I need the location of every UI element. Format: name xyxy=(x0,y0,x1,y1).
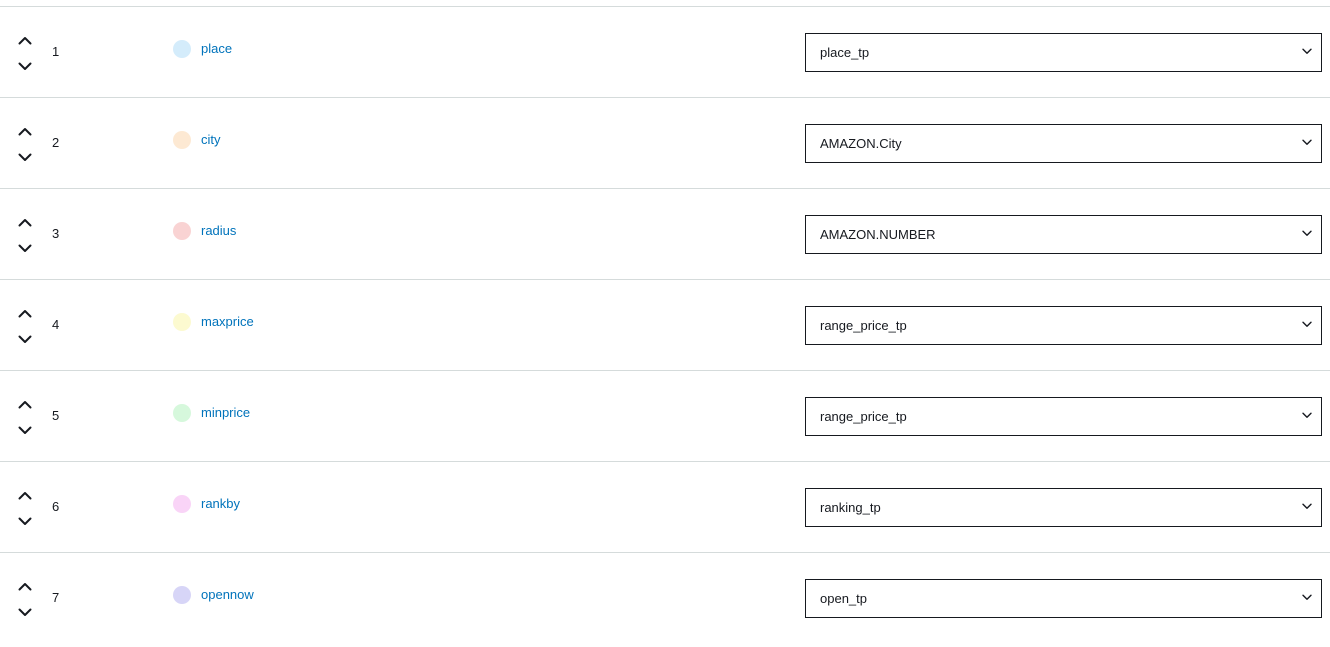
slot-order: 4 xyxy=(52,317,60,332)
caret-down-icon xyxy=(1302,321,1312,329)
slot-table: 1 place place_tp 2 city AMAZON.City 3 ra… xyxy=(0,6,1330,644)
slot-order: 6 xyxy=(52,499,60,514)
slot-type-select[interactable]: ranking_tp xyxy=(805,488,1322,527)
slot-color-dot xyxy=(173,131,191,149)
table-row-minprice: 5 minprice range_price_tp xyxy=(0,371,1330,462)
slot-type-select[interactable]: range_price_tp xyxy=(805,306,1322,345)
slot-color-dot xyxy=(173,495,191,513)
chevron-down-icon xyxy=(18,335,32,343)
move-down-button[interactable] xyxy=(16,330,34,348)
move-down-button[interactable] xyxy=(16,239,34,257)
caret-down-icon xyxy=(1302,594,1312,602)
move-up-button[interactable] xyxy=(16,304,34,322)
slot-order: 1 xyxy=(52,44,60,59)
slot-type-value: open_tp xyxy=(820,591,867,606)
table-row-city: 2 city AMAZON.City xyxy=(0,98,1330,189)
caret-down-icon xyxy=(1302,412,1312,420)
chevron-down-icon xyxy=(18,517,32,525)
table-row-place: 1 place place_tp xyxy=(0,7,1330,98)
reorder-controls xyxy=(16,31,34,75)
slot-type-value: AMAZON.NUMBER xyxy=(820,227,936,242)
slot-color-dot xyxy=(173,586,191,604)
slot-color-dot xyxy=(173,404,191,422)
slot-type-value: ranking_tp xyxy=(820,500,881,515)
chevron-up-icon xyxy=(18,309,32,317)
caret-down-icon xyxy=(1302,503,1312,511)
slot-type-select[interactable]: open_tp xyxy=(805,579,1322,618)
chevron-down-icon xyxy=(18,426,32,434)
slot-type-value: AMAZON.City xyxy=(820,136,902,151)
chevron-up-icon xyxy=(18,218,32,226)
table-row-rankby: 6 rankby ranking_tp xyxy=(0,462,1330,553)
reorder-controls xyxy=(16,395,34,439)
slot-name-link[interactable]: city xyxy=(201,132,221,148)
table-row-radius: 3 radius AMAZON.NUMBER xyxy=(0,189,1330,280)
chevron-up-icon xyxy=(18,36,32,44)
chevron-down-icon xyxy=(18,153,32,161)
table-row-maxprice: 4 maxprice range_price_tp xyxy=(0,280,1330,371)
move-down-button[interactable] xyxy=(16,512,34,530)
slot-name-link[interactable]: place xyxy=(201,41,232,57)
move-down-button[interactable] xyxy=(16,421,34,439)
chevron-up-icon xyxy=(18,400,32,408)
reorder-controls xyxy=(16,304,34,348)
slot-type-select[interactable]: AMAZON.NUMBER xyxy=(805,215,1322,254)
reorder-controls xyxy=(16,577,34,621)
move-down-button[interactable] xyxy=(16,57,34,75)
move-up-button[interactable] xyxy=(16,395,34,413)
slot-name-link[interactable]: maxprice xyxy=(201,314,254,330)
caret-down-icon xyxy=(1302,230,1312,238)
slot-type-select[interactable]: place_tp xyxy=(805,33,1322,72)
caret-down-icon xyxy=(1302,48,1312,56)
slot-type-value: range_price_tp xyxy=(820,318,907,333)
chevron-up-icon xyxy=(18,582,32,590)
slot-color-dot xyxy=(173,40,191,58)
chevron-down-icon xyxy=(18,608,32,616)
move-up-button[interactable] xyxy=(16,213,34,231)
move-down-button[interactable] xyxy=(16,603,34,621)
reorder-controls xyxy=(16,122,34,166)
chevron-down-icon xyxy=(18,244,32,252)
slot-type-value: place_tp xyxy=(820,45,870,60)
slot-order: 7 xyxy=(52,590,60,605)
slot-name-link[interactable]: minprice xyxy=(201,405,250,421)
slot-order: 2 xyxy=(52,135,60,150)
move-down-button[interactable] xyxy=(16,148,34,166)
slot-type-select[interactable]: range_price_tp xyxy=(805,397,1322,436)
move-up-button[interactable] xyxy=(16,122,34,140)
slot-type-select[interactable]: AMAZON.City xyxy=(805,124,1322,163)
slot-name-link[interactable]: opennow xyxy=(201,587,254,603)
slot-type-value: range_price_tp xyxy=(820,409,907,424)
slot-order: 5 xyxy=(52,408,60,423)
slot-name-link[interactable]: rankby xyxy=(201,496,240,512)
reorder-controls xyxy=(16,213,34,257)
chevron-down-icon xyxy=(18,62,32,70)
move-up-button[interactable] xyxy=(16,486,34,504)
table-row-opennow: 7 opennow open_tp xyxy=(0,553,1330,644)
caret-down-icon xyxy=(1302,139,1312,147)
slot-color-dot xyxy=(173,313,191,331)
chevron-up-icon xyxy=(18,491,32,499)
chevron-up-icon xyxy=(18,127,32,135)
move-up-button[interactable] xyxy=(16,31,34,49)
reorder-controls xyxy=(16,486,34,530)
slot-color-dot xyxy=(173,222,191,240)
slot-order: 3 xyxy=(52,226,60,241)
slot-name-link[interactable]: radius xyxy=(201,223,236,239)
move-up-button[interactable] xyxy=(16,577,34,595)
